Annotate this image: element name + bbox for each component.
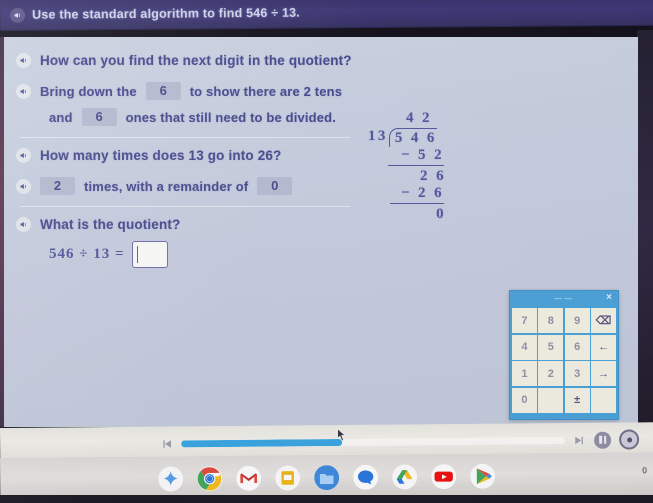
keypad-grid: 7 8 9 ⌫ 4 5 6 ← 1 2 3 → 0 ± [510,306,618,415]
divider-2 [20,206,350,207]
long-division-figure: 4 2 13 5 4 6 − 5 2 2 6 − 2 6 0 [368,110,446,223]
equation-text: 546 ÷ 13 = [49,246,125,262]
chrome-icon[interactable] [197,466,223,492]
question-3-row: What is the quotient? [16,217,620,232]
question-1-text: How can you find the next digit in the q… [40,53,352,68]
answer-1-middle: to show there are 2 tens [189,83,343,99]
blank-ones-digit[interactable]: 6 [81,108,117,126]
answer-1-row-2: and 6 ones that still need to be divided… [16,108,620,126]
blank-remainder-digit[interactable]: 0 [257,177,293,195]
answer-1-line2-suffix: ones that still need to be divided. [125,109,336,125]
keypad-drag-handle[interactable]: —— × [510,291,618,306]
key-blank-2 [591,387,616,413]
key-arrow-left[interactable]: ← [591,334,616,360]
speaker-icon-a2[interactable] [16,178,31,194]
keypad-handle-label: —— [554,294,574,303]
skip-back-icon[interactable] [160,437,173,450]
question-1-row: How can you find the next digit in the q… [16,53,620,68]
key-6[interactable]: 6 [564,334,590,360]
key-8[interactable]: 8 [538,308,564,333]
key-plus-minus[interactable]: ± [564,387,590,413]
speaker-icon-q1[interactable] [16,53,31,68]
page-title: Use the standard algorithm to find 546 ÷… [32,5,300,22]
mouse-cursor [337,428,346,442]
answer-2-row: 2 times, with a remainder of 0 [16,177,620,195]
question-2-text: How many times does 13 go into 26? [40,148,282,163]
speaker-icon-q3[interactable] [16,217,31,232]
play-store-icon[interactable] [470,463,496,489]
on-screen-keypad[interactable]: —— × 7 8 9 ⌫ 4 5 6 ← 1 2 3 → 0 ± [509,290,619,420]
skip-forward-icon[interactable] [573,433,586,446]
key-7[interactable]: 7 [512,308,537,333]
ld-remainder-2: 0 [436,206,446,222]
question-3-text: What is the quotient? [40,217,181,232]
gemini-icon[interactable] [158,466,184,492]
record-button[interactable] [619,429,640,450]
quotient-answer-input[interactable] [131,241,168,268]
ld-subtract-1: − 5 2 [400,147,444,163]
speaker-icon-q2[interactable] [16,148,31,163]
key-4[interactable]: 4 [512,334,537,360]
question-2-row: How many times does 13 go into 26? [16,148,620,163]
blank-times-digit[interactable]: 2 [40,177,75,195]
key-0[interactable]: 0 [512,387,537,413]
bottom-bezel [0,495,653,503]
files-icon[interactable] [314,465,340,491]
key-blank-1 [538,387,564,413]
key-9[interactable]: 9 [564,308,590,333]
answer-1-line2-prefix: and [49,109,73,125]
speaker-icon-a1[interactable] [16,83,31,99]
ld-rule-1 [388,165,444,166]
drive-icon[interactable] [392,464,418,490]
key-3[interactable]: 3 [564,361,590,386]
ld-divisor: 13 [368,128,388,144]
slides-icon[interactable] [275,465,301,491]
ld-remainder-1: 2 6 [420,168,446,184]
right-screen-edge [637,30,653,430]
progress-fill [181,438,343,447]
gmail-icon[interactable] [236,465,262,491]
blank-tens-digit[interactable]: 6 [145,82,181,100]
speaker-icon[interactable] [10,7,26,23]
answer-2-middle: times, with a remainder of [84,178,249,194]
key-backspace[interactable]: ⌫ [591,308,616,333]
messages-icon[interactable] [353,464,379,490]
ld-rule-2 [390,203,444,204]
key-5[interactable]: 5 [538,334,564,360]
divider-1 [20,137,350,138]
key-1[interactable]: 1 [512,361,537,386]
answer-1-prefix: Bring down the [40,83,137,99]
key-2[interactable]: 2 [538,361,564,386]
shelf-status-text[interactable]: 0 [642,465,647,475]
answer-equation-row: 546 ÷ 13 = [16,241,620,268]
ld-dividend: 5 4 6 [388,128,437,147]
app-header-bar: Use the standard algorithm to find 546 ÷… [0,0,653,31]
pause-button[interactable] [594,431,612,449]
key-arrow-right[interactable]: → [591,361,616,386]
text-caret [136,246,138,263]
close-icon[interactable]: × [605,293,615,303]
ld-quotient: 4 2 [406,110,432,126]
youtube-icon[interactable] [431,464,457,490]
ld-subtract-2: − 2 6 [400,185,444,201]
answer-1-row: Bring down the 6 to show there are 2 ten… [16,82,620,100]
progress-track[interactable] [181,436,566,447]
